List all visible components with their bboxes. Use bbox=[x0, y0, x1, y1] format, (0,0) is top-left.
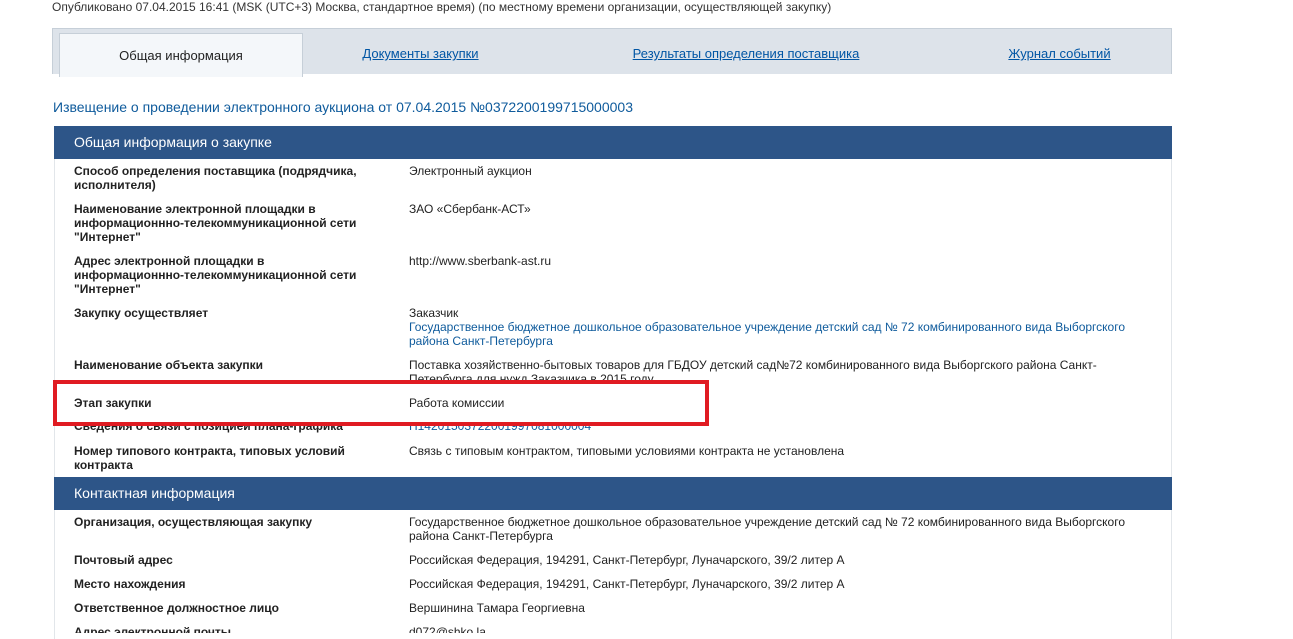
tab-procurement-documents[interactable]: Документы закупки bbox=[353, 29, 488, 75]
row-value: Государственное бюджетное дошкольное обр… bbox=[409, 515, 1126, 543]
row-label: Закупку осуществляет bbox=[74, 306, 209, 320]
purchaser-role: Заказчик bbox=[409, 306, 459, 320]
plan-schedule-link[interactable]: П14201503722001997081000004 bbox=[409, 423, 1159, 433]
section-header-general: Общая информация о закупке bbox=[54, 126, 1172, 159]
row-value: ЗАО «Сбербанк-АСТ» bbox=[409, 202, 531, 216]
row-label: Место нахождения bbox=[74, 577, 186, 591]
row-value: http://www.sberbank-ast.ru bbox=[409, 254, 552, 268]
row-value: Вершинина Тамара Георгиевна bbox=[409, 601, 585, 615]
row-label: Адрес электронной почты bbox=[74, 625, 232, 633]
row-label: Наименование электронной площадки в инфо… bbox=[74, 202, 357, 244]
row-label: Адрес электронной площадки в информацион… bbox=[74, 254, 357, 296]
row-label: Этап закупки bbox=[74, 396, 152, 410]
tab-general-info[interactable]: Общая информация bbox=[59, 33, 303, 77]
row-label: Наименование объекта закупки bbox=[74, 358, 264, 372]
purchaser-organization-link[interactable]: Государственное бюджетное дошкольное обр… bbox=[409, 320, 1159, 348]
published-info: Опубликовано 07.04.2015 16:41 (MSK (UTC+… bbox=[52, 0, 832, 14]
row-value: Российская Федерация, 194291, Санкт-Пете… bbox=[409, 577, 845, 591]
row-value: Российская Федерация, 194291, Санкт-Пете… bbox=[409, 553, 845, 567]
row-value: Заказчик Государственное бюджетное дошко… bbox=[409, 306, 1159, 348]
row-label: Сведения о связи с позицией плана-график… bbox=[74, 423, 364, 433]
row-value: Связь с типовым контрактом, типовыми усл… bbox=[409, 444, 845, 458]
row-label: Номер типового контракта, типовых услови… bbox=[74, 444, 345, 472]
row-label: Способ определения поставщика (подрядчик… bbox=[74, 164, 357, 192]
tab-bar: Общая информация Документы закупки Резул… bbox=[52, 28, 1172, 77]
row-value: Поставка хозяйственно-бытовых товаров дл… bbox=[409, 358, 1097, 380]
row-value: П14201503722001997081000004 bbox=[409, 423, 1159, 433]
notice-title: Извещение о проведении электронного аукц… bbox=[53, 99, 633, 115]
row-label: Организация, осуществляющая закупку bbox=[74, 515, 313, 529]
section-header-contact: Контактная информация bbox=[54, 477, 1172, 510]
tab-event-journal[interactable]: Журнал событий bbox=[1003, 29, 1116, 75]
row-value[interactable]: d072@shko.la bbox=[409, 625, 1159, 633]
row-label-text: Сведения о связи с позицией плана-график… bbox=[74, 423, 343, 433]
tab-supplier-results[interactable]: Результаты определения поставщика bbox=[623, 29, 869, 75]
row-value: Электронный аукцион bbox=[409, 164, 532, 178]
contact-row-email: Адрес электронной почты d072@shko.la bbox=[54, 625, 1172, 633]
row-value: Работа комиссии bbox=[409, 396, 505, 410]
row-label: Почтовый адрес bbox=[74, 553, 173, 567]
row-label: Ответственное должностное лицо bbox=[74, 601, 279, 615]
